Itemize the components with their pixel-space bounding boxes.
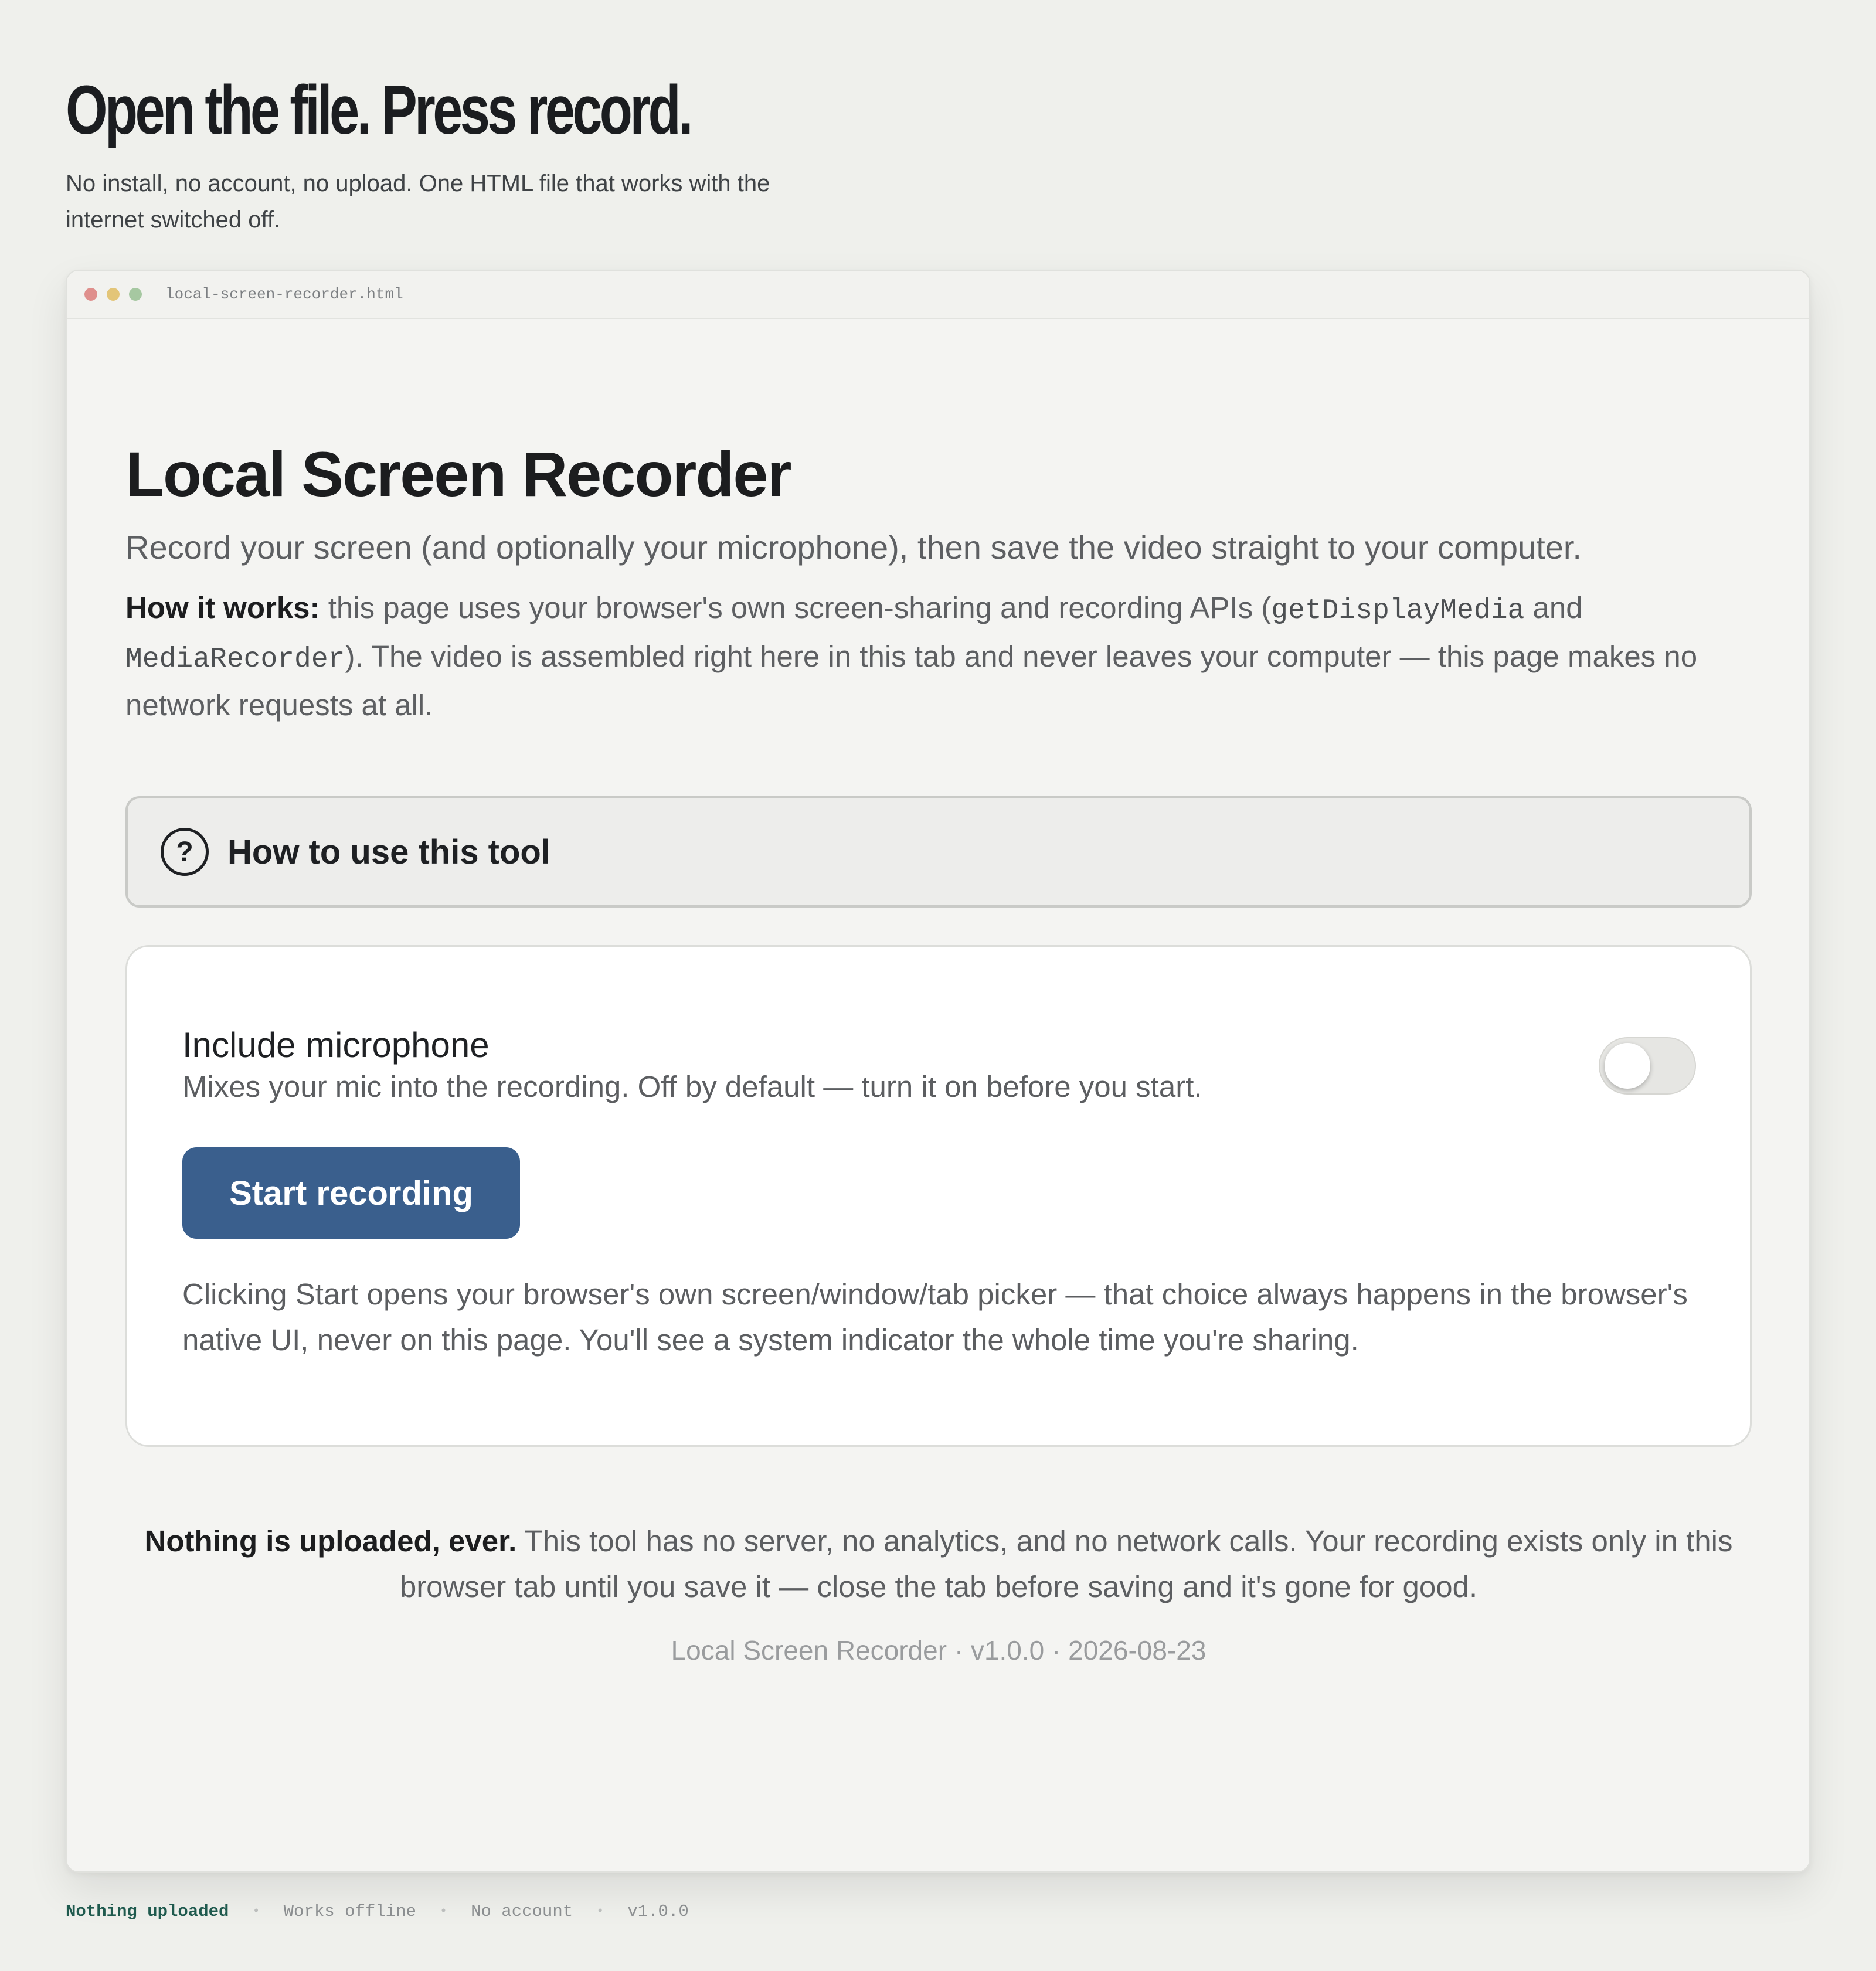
footer-nothing-uploaded: Nothing uploaded [66, 1902, 229, 1921]
upload-note-bold: Nothing is uploaded, ever. [144, 1524, 517, 1558]
footer-badges: Nothing uploaded • Works offline • No ac… [66, 1902, 689, 1921]
microphone-toggle[interactable] [1599, 1037, 1696, 1095]
how-it-works-label: How it works: [125, 591, 320, 624]
start-recording-button[interactable]: Start recording [182, 1147, 520, 1239]
mic-option-description: Mixes your mic into the recording. Off b… [182, 1070, 1202, 1103]
upload-note: Nothing is uploaded, ever. This tool has… [125, 1518, 1752, 1610]
app-title: Local Screen Recorder [125, 439, 792, 509]
upload-note-text: This tool has no server, no analytics, a… [399, 1524, 1733, 1603]
how-it-works-text-2: and [1524, 591, 1583, 624]
recorder-card: Include microphone Mixes your mic into t… [125, 945, 1752, 1447]
api-getdisplaymedia: getDisplayMedia [1271, 595, 1525, 627]
footer-separator: • [439, 1904, 448, 1919]
browser-window: local-screen-recorder.html Local Screen … [66, 270, 1810, 1873]
window-filename: local-screen-recorder.html [165, 286, 403, 303]
app-subtitle: Record your screen (and optionally your … [125, 529, 1582, 566]
picker-note: Clicking Start opens your browser's own … [182, 1277, 1688, 1357]
how-to-use-label: How to use this tool [227, 832, 550, 871]
how-it-works-text-3: ). The video is assembled right here in … [125, 640, 1698, 722]
app-content: Local Screen Recorder Record your screen… [125, 319, 1752, 1666]
how-it-works-text-1: this page uses your browser's own screen… [320, 591, 1272, 624]
close-dot-icon [84, 288, 97, 301]
toggle-knob [1605, 1043, 1650, 1089]
version-line: Local Screen Recorder · v1.0.0 · 2026-08… [671, 1635, 1207, 1666]
how-it-works: How it works: this page uses your browse… [125, 585, 1752, 728]
mic-option-title: Include microphone [182, 1025, 490, 1065]
footer-separator: • [252, 1904, 260, 1919]
footer-works-offline: Works offline [283, 1902, 416, 1921]
hero-subtitle: No install, no account, no upload. One H… [66, 171, 770, 233]
maximize-dot-icon [129, 288, 142, 301]
window-titlebar: local-screen-recorder.html [67, 271, 1809, 319]
footer-separator: • [596, 1904, 604, 1919]
minimize-dot-icon [107, 288, 120, 301]
hero-title: Open the file. Press record. [66, 72, 694, 149]
hero: Open the file. Press record. No install,… [66, 69, 945, 238]
footer-version: v1.0.0 [627, 1902, 689, 1921]
how-to-use-disclosure[interactable]: ? How to use this tool [125, 796, 1752, 908]
api-mediarecorder: MediaRecorder [125, 644, 345, 675]
help-icon: ? [161, 828, 209, 876]
footer-no-account: No account [471, 1902, 573, 1921]
